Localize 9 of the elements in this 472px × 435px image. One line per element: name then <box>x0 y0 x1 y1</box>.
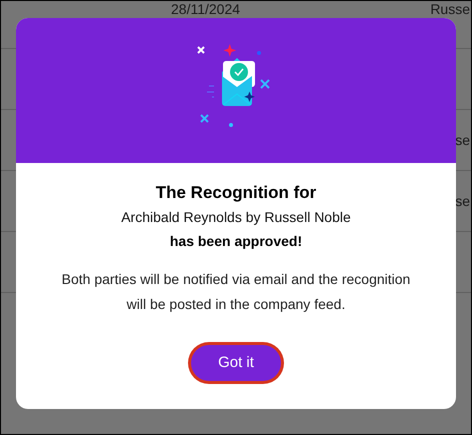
name-text: se <box>455 132 470 148</box>
dialog-message: Both parties will be notified via email and the recognition will be posted in the company feed. <box>61 270 411 314</box>
dialog-title: The Recognition for <box>156 182 316 204</box>
got-it-button[interactable]: Got it <box>191 345 281 381</box>
date-text: 28/11/2024 <box>171 1 242 17</box>
dialog-subtitle: Archibald Reynolds by Russell Noble <box>121 208 351 227</box>
name-text: Russe <box>430 1 470 17</box>
dialog-status: has been approved! <box>170 232 302 251</box>
name-text: se <box>455 193 470 209</box>
